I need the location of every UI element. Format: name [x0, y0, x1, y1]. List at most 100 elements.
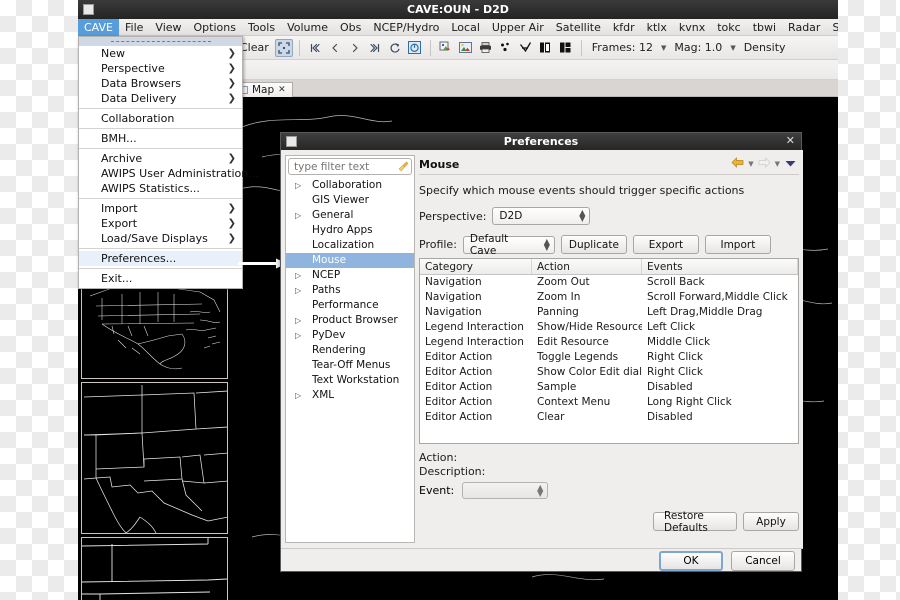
- broom-icon[interactable]: [398, 161, 409, 172]
- table-column-header-events[interactable]: Events: [642, 259, 798, 274]
- four-panel-icon[interactable]: [557, 39, 575, 57]
- table-row[interactable]: Editor Action Clear Disabled: [420, 410, 798, 425]
- menu-item-collaboration[interactable]: Collaboration: [79, 111, 242, 126]
- expand-arrow-icon[interactable]: ▷: [295, 328, 301, 343]
- close-icon[interactable]: ✕: [786, 134, 795, 147]
- menubar-item-ncep-hydro[interactable]: NCEP/Hydro: [367, 19, 445, 36]
- menubar-item-volume[interactable]: Volume: [281, 19, 334, 36]
- table-row[interactable]: Editor Action Toggle Legends Right Click: [420, 350, 798, 365]
- expand-arrow-icon[interactable]: ▷: [295, 388, 301, 403]
- expand-arrow-icon[interactable]: ▷: [295, 178, 301, 193]
- mouse-bindings-table[interactable]: Category Action Events Navigation Zoom Out S…: [419, 258, 799, 444]
- menu-item-data-delivery[interactable]: Data Delivery ❯: [79, 91, 242, 106]
- menubar-item-file[interactable]: File: [119, 19, 149, 36]
- menubar-item-tbwi[interactable]: tbwi: [747, 19, 782, 36]
- menubar-item-cave[interactable]: CAVE: [78, 18, 119, 36]
- first-frame-icon[interactable]: [306, 39, 324, 57]
- swap-panes-icon[interactable]: [537, 39, 555, 57]
- menubar-item-tools[interactable]: Tools: [242, 19, 281, 36]
- export-button[interactable]: Export: [632, 235, 699, 254]
- table-row[interactable]: Navigation Panning Left Drag,Middle Drag: [420, 305, 798, 320]
- table-column-header-category[interactable]: Category: [420, 259, 532, 274]
- close-tab-icon[interactable]: ✕: [278, 85, 286, 95]
- loop-icon[interactable]: [386, 39, 404, 57]
- zoom-fit-icon[interactable]: [274, 38, 293, 57]
- menubar-item-tokc[interactable]: tokc: [711, 19, 746, 36]
- menubar-item-scan[interactable]: SCAN: [826, 19, 838, 36]
- map-panel-zoomed-region[interactable]: [81, 537, 228, 600]
- menubar-item-satellite[interactable]: Satellite: [550, 19, 607, 36]
- menubar-item-local[interactable]: Local: [445, 19, 486, 36]
- menu-item-new[interactable]: New ❯: [79, 46, 242, 61]
- color-map-icon[interactable]: [457, 39, 475, 57]
- mag-dropdown-icon[interactable]: ▼: [728, 44, 737, 52]
- tree-item-rendering[interactable]: Rendering: [286, 343, 414, 358]
- image-properties-icon[interactable]: [437, 39, 455, 57]
- table-row[interactable]: Editor Action Context Menu Long Right Clic…: [420, 395, 798, 410]
- menu-item-export[interactable]: Export ❯: [79, 216, 242, 231]
- tree-item-gis-viewer[interactable]: GIS Viewer: [286, 193, 414, 208]
- cancel-button[interactable]: Cancel: [731, 551, 795, 571]
- tree-item-general[interactable]: ▷ General: [286, 208, 414, 223]
- tree-item-performance[interactable]: Performance: [286, 298, 414, 313]
- menu-item-awips-statistics[interactable]: AWIPS Statistics...: [79, 181, 242, 196]
- expand-arrow-icon[interactable]: ▷: [295, 208, 301, 223]
- menu-item-archive[interactable]: Archive ❯: [79, 151, 242, 166]
- stop-loop-icon[interactable]: [406, 39, 424, 57]
- menubar-item-kfdr[interactable]: kfdr: [607, 19, 641, 36]
- restore-defaults-button[interactable]: Restore Defaults: [653, 510, 737, 534]
- tree-item-paths[interactable]: ▷ Paths: [286, 283, 414, 298]
- menu-item-awips-user-administration[interactable]: AWIPS User Administration...: [79, 166, 259, 181]
- back-dropdown-icon[interactable]: ▼: [748, 160, 753, 168]
- next-frame-icon[interactable]: [346, 39, 364, 57]
- menubar-item-view[interactable]: View: [149, 19, 187, 36]
- tree-item-mouse[interactable]: Mouse: [286, 253, 414, 268]
- event-select[interactable]: ▲ ▼: [462, 482, 549, 499]
- table-row[interactable]: Legend Interaction Show/Hide Resource Left…: [420, 320, 798, 335]
- tree-item-text-workstation[interactable]: Text Workstation: [286, 373, 414, 388]
- menu-item-bmh[interactable]: BMH...: [79, 131, 242, 146]
- menubar-item-kvnx[interactable]: kvnx: [673, 19, 711, 36]
- points-icon[interactable]: [497, 39, 515, 57]
- ok-button[interactable]: OK: [659, 551, 723, 571]
- menubar-item-radar[interactable]: Radar: [782, 19, 826, 36]
- tree-item-xml[interactable]: ▷ XML: [286, 388, 414, 403]
- menu-item-perspective[interactable]: Perspective ❯: [79, 61, 242, 76]
- expand-arrow-icon[interactable]: ▷: [295, 313, 301, 328]
- tree-item-hydro-apps[interactable]: Hydro Apps: [286, 223, 414, 238]
- tree-item-product-browser[interactable]: ▷ Product Browser: [286, 313, 414, 328]
- menubar-item-upper-air[interactable]: Upper Air: [486, 19, 550, 36]
- profile-select[interactable]: Default Cave ▲ ▼: [462, 233, 555, 257]
- last-frame-icon[interactable]: [366, 39, 384, 57]
- table-column-header-action[interactable]: Action: [532, 259, 642, 274]
- menu-item-data-browsers[interactable]: Data Browsers ❯: [79, 76, 242, 91]
- menubar-item-options[interactable]: Options: [188, 19, 242, 36]
- map-panel-north-america[interactable]: [81, 277, 228, 379]
- expand-arrow-icon[interactable]: ▷: [295, 283, 301, 298]
- frames-dropdown-icon[interactable]: ▼: [659, 44, 668, 52]
- tree-item-ncep[interactable]: ▷ NCEP: [286, 268, 414, 283]
- menubar-item-obs[interactable]: Obs: [334, 19, 367, 36]
- table-row[interactable]: Editor Action Sample Disabled: [420, 380, 798, 395]
- baselines-icon[interactable]: [517, 39, 535, 57]
- print-icon[interactable]: [477, 39, 495, 57]
- table-row[interactable]: Legend Interaction Edit Resource Middle Cl…: [420, 335, 798, 350]
- map-panel-southern-plains[interactable]: [81, 382, 228, 534]
- perspective-select[interactable]: D2D ▲ ▼: [492, 207, 591, 225]
- tree-item-collaboration[interactable]: ▷ Collaboration: [286, 178, 414, 193]
- expand-arrow-icon[interactable]: ▷: [295, 268, 301, 283]
- table-row[interactable]: Navigation Zoom Out Scroll Back: [420, 275, 798, 290]
- apply-button[interactable]: Apply: [743, 512, 799, 531]
- tree-item-localization[interactable]: Localization: [286, 238, 414, 253]
- view-menu-icon[interactable]: [784, 158, 797, 171]
- table-row[interactable]: Editor Action Show Color Edit dialog Right…: [420, 365, 798, 380]
- menu-item-exit[interactable]: Exit...: [79, 271, 242, 286]
- previous-frame-icon[interactable]: [326, 39, 344, 57]
- menu-item-import[interactable]: Import ❯: [79, 201, 242, 216]
- menubar-item-ktlx[interactable]: ktlx: [641, 19, 673, 36]
- menu-item-load-save-displays[interactable]: Load/Save Displays ❯: [79, 231, 242, 246]
- tree-item-pydev[interactable]: ▷ PyDev: [286, 328, 414, 343]
- import-button[interactable]: Import: [704, 235, 771, 254]
- menu-tearoff-handle[interactable]: [79, 37, 242, 46]
- back-arrow-icon[interactable]: [731, 157, 744, 171]
